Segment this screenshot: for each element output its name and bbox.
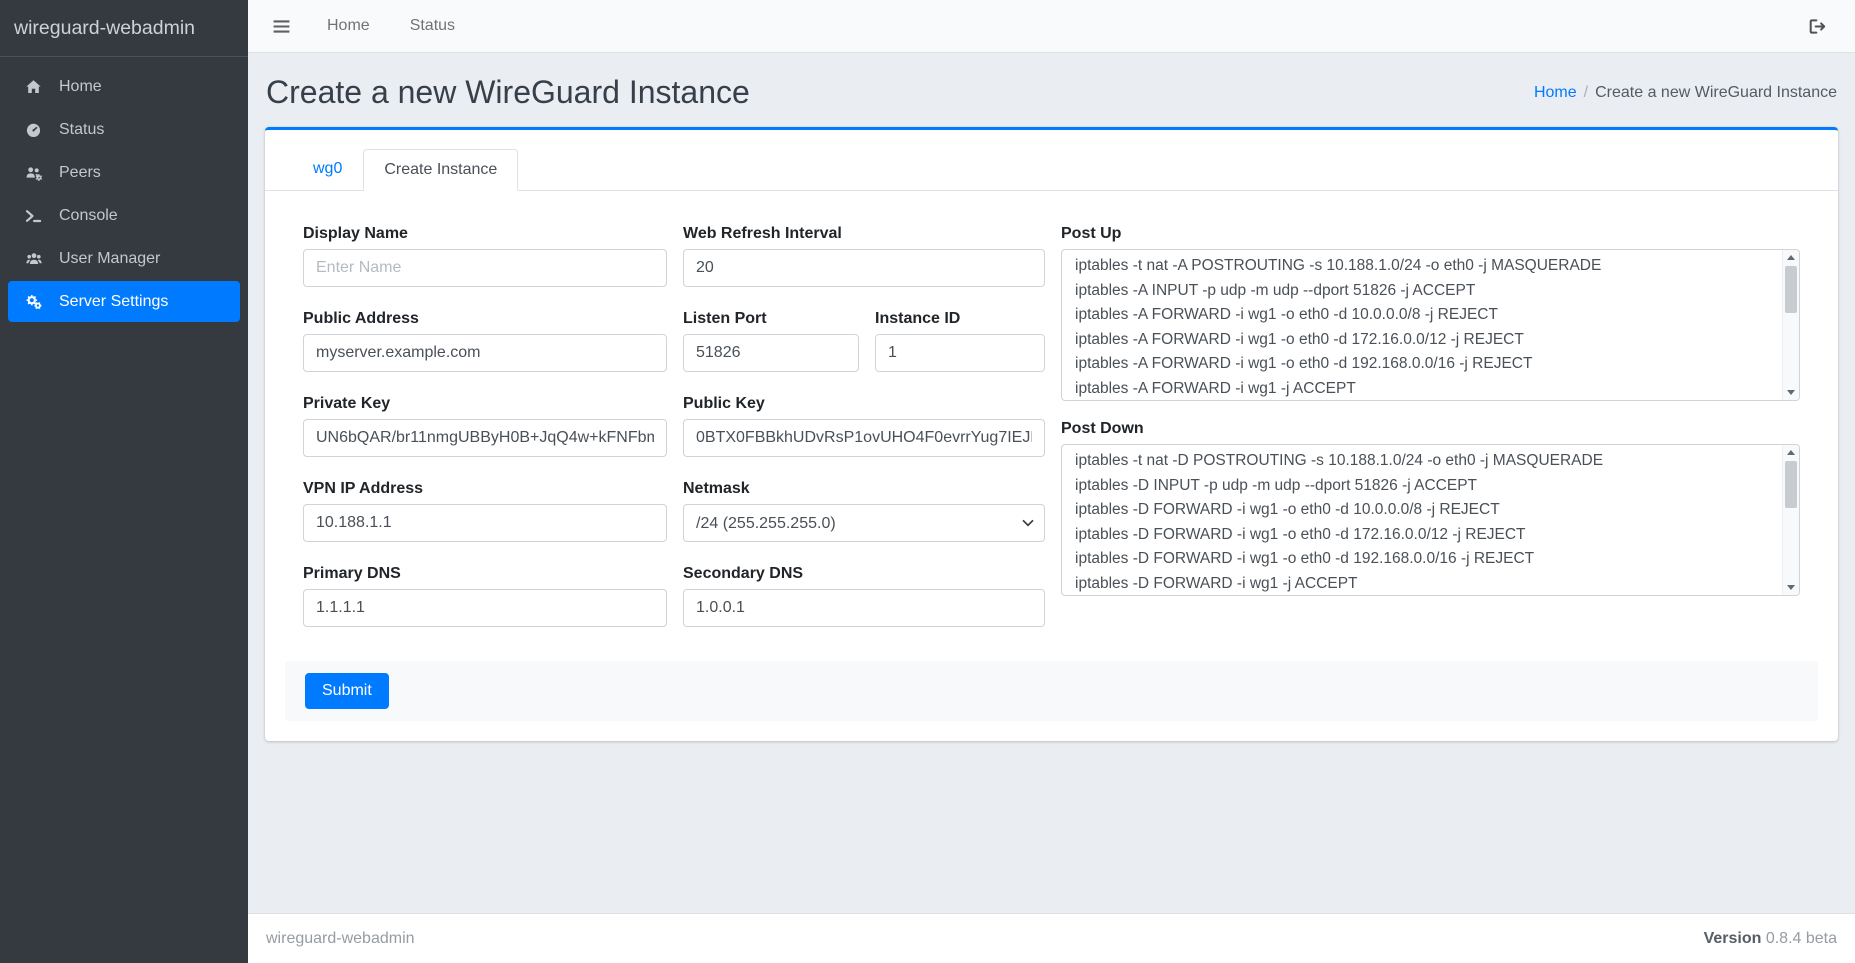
private-key-label: Private Key (303, 394, 667, 413)
sidebar-item-server-settings[interactable]: Server Settings (8, 281, 240, 322)
form-column-1: Display Name Public Address Private Key (303, 224, 667, 649)
tab-create-instance[interactable]: Create Instance (363, 149, 518, 191)
content-header: Create a new WireGuard Instance Home / Cre… (265, 70, 1838, 127)
netmask-label: Netmask (683, 479, 1045, 498)
app-window: wireguard-webadmin Home Status Peers (0, 0, 1855, 963)
primary-dns-field[interactable] (303, 589, 667, 627)
instance-tabs: wg0 Create Instance (265, 130, 1838, 191)
sign-out-icon[interactable] (1808, 18, 1827, 35)
sidebar-item-user-manager[interactable]: User Manager (8, 238, 240, 279)
post-up-text: iptables -t nat -A POSTROUTING -s 10.188… (1062, 250, 1782, 400)
vpn-ip-field[interactable] (303, 504, 667, 542)
sidebar-item-peers[interactable]: Peers (8, 152, 240, 193)
listen-port-field[interactable] (683, 334, 859, 372)
secondary-dns-label: Secondary DNS (683, 564, 1045, 583)
instance-id-label: Instance ID (875, 309, 1045, 328)
scrollbar-thumb[interactable] (1785, 266, 1797, 313)
main-area: Home Status Create a new WireGuard Insta… (248, 0, 1855, 963)
secondary-dns-field[interactable] (683, 589, 1045, 627)
instance-form: Display Name Public Address Private Key (265, 191, 1838, 741)
breadcrumb-separator: / (1584, 84, 1588, 101)
web-refresh-interval-label: Web Refresh Interval (683, 224, 1045, 243)
instance-id-field[interactable] (875, 334, 1045, 372)
breadcrumb-home-link[interactable]: Home (1534, 84, 1577, 101)
breadcrumb: Home / Create a new WireGuard Instance (1534, 84, 1837, 102)
scrollbar-thumb[interactable] (1785, 461, 1797, 508)
top-navbar: Home Status (248, 0, 1855, 53)
nav-link-home[interactable]: Home (327, 17, 370, 35)
footer-version-value: 0.8.4 beta (1766, 930, 1837, 947)
footer-version: Version 0.8.4 beta (1704, 930, 1837, 948)
display-name-label: Display Name (303, 224, 667, 243)
cogs-icon (21, 294, 46, 310)
sidebar-item-label: Console (59, 207, 118, 225)
instance-card: wg0 Create Instance Display Name Public (265, 127, 1838, 741)
form-grid: Display Name Public Address Private Key (303, 224, 1800, 649)
sidebar-item-label: User Manager (59, 250, 160, 268)
home-icon (21, 79, 46, 95)
sidebar-item-label: Peers (59, 164, 101, 182)
breadcrumb-current: Create a new WireGuard Instance (1595, 84, 1837, 101)
post-down-textarea[interactable]: iptables -t nat -D POSTROUTING -s 10.188… (1061, 444, 1800, 596)
post-down-text: iptables -t nat -D POSTROUTING -s 10.188… (1062, 445, 1782, 595)
public-key-field[interactable] (683, 419, 1045, 457)
sidebar: wireguard-webadmin Home Status Peers (0, 0, 248, 963)
scroll-down-arrow-icon[interactable] (1783, 580, 1799, 595)
post-down-scrollbar[interactable] (1782, 445, 1799, 595)
scroll-up-arrow-icon[interactable] (1783, 445, 1799, 460)
submit-button[interactable]: Submit (305, 673, 389, 709)
content-area: Create a new WireGuard Instance Home / Cre… (248, 53, 1855, 741)
sidebar-item-home[interactable]: Home (8, 66, 240, 107)
nav-link-status[interactable]: Status (410, 17, 455, 35)
form-footer: Submit (285, 661, 1818, 721)
users-icon (21, 251, 46, 267)
footer-app-name: wireguard-webadmin (266, 930, 415, 948)
sidebar-item-label: Status (59, 121, 104, 139)
scroll-up-arrow-icon[interactable] (1783, 250, 1799, 265)
private-key-field[interactable] (303, 419, 667, 457)
netmask-select[interactable]: /24 (255.255.255.0) (683, 504, 1045, 542)
sidebar-menu: Home Status Peers Console (0, 57, 248, 333)
tab-wg0[interactable]: wg0 (292, 148, 363, 190)
brand-title: wireguard-webadmin (0, 0, 248, 57)
terminal-icon (21, 208, 46, 224)
page-footer: wireguard-webadmin Version 0.8.4 beta (248, 913, 1855, 963)
primary-dns-label: Primary DNS (303, 564, 667, 583)
page-title: Create a new WireGuard Instance (266, 74, 750, 111)
post-up-scrollbar[interactable] (1782, 250, 1799, 400)
vpn-ip-label: VPN IP Address (303, 479, 667, 498)
scroll-down-arrow-icon[interactable] (1783, 385, 1799, 400)
post-up-textarea[interactable]: iptables -t nat -A POSTROUTING -s 10.188… (1061, 249, 1800, 401)
web-refresh-interval-field[interactable] (683, 249, 1045, 287)
public-key-label: Public Key (683, 394, 1045, 413)
users-gear-icon (21, 165, 46, 181)
post-down-label: Post Down (1061, 419, 1800, 438)
hamburger-menu-icon[interactable] (272, 18, 291, 35)
public-address-label: Public Address (303, 309, 667, 328)
display-name-field[interactable] (303, 249, 667, 287)
form-column-2: Web Refresh Interval Listen Port Instanc… (683, 224, 1045, 649)
sidebar-item-status[interactable]: Status (8, 109, 240, 150)
gauge-icon (21, 122, 46, 138)
public-address-field[interactable] (303, 334, 667, 372)
post-up-label: Post Up (1061, 224, 1800, 243)
footer-version-label: Version (1704, 930, 1762, 947)
sidebar-item-label: Home (59, 78, 102, 96)
listen-port-label: Listen Port (683, 309, 859, 328)
sidebar-item-console[interactable]: Console (8, 195, 240, 236)
sidebar-item-label: Server Settings (59, 293, 168, 311)
form-column-3: Post Up iptables -t nat -A POSTROUTING -… (1061, 224, 1800, 618)
